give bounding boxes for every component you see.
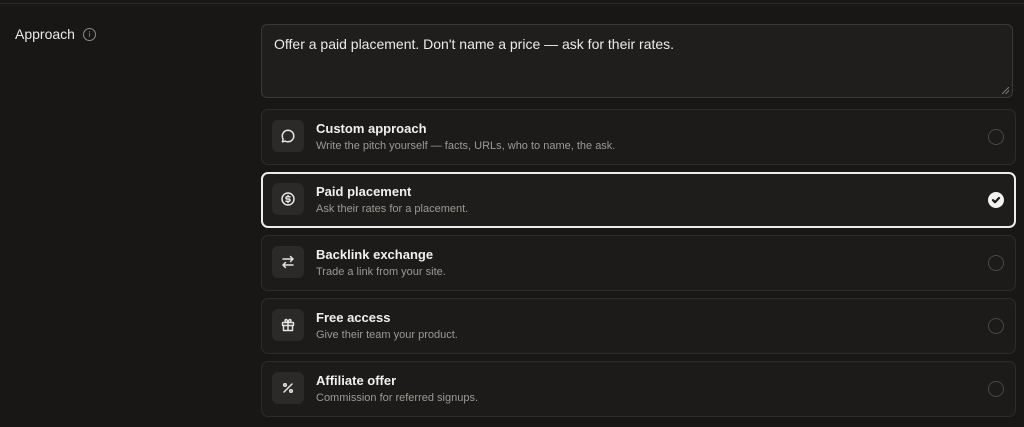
checkmark-icon: [991, 196, 1001, 204]
percent-icon: [272, 372, 304, 404]
dollar-circle-icon: [272, 183, 304, 215]
option-title: Affiliate offer: [316, 373, 397, 388]
approach-textarea-wrapper: Offer a paid placement. Don't name a pri…: [261, 24, 1013, 98]
approach-options: Custom approach Write the pitch yourself…: [261, 109, 1016, 424]
info-icon[interactable]: i: [82, 28, 96, 41]
option-description: Write the pitch yourself — facts, URLs, …: [316, 140, 616, 152]
radio-button-checked[interactable]: [988, 192, 1004, 208]
option-title: Custom approach: [316, 121, 427, 136]
approach-label: Approach i: [15, 26, 96, 42]
swap-arrows-icon: [272, 246, 304, 278]
option-description: Trade a link from your site.: [316, 266, 446, 278]
option-title: Backlink exchange: [316, 247, 434, 262]
radio-button[interactable]: [988, 255, 1004, 271]
radio-button[interactable]: [988, 318, 1004, 334]
option-title: Free access: [316, 310, 391, 325]
approach-textarea[interactable]: Offer a paid placement. Don't name a pri…: [262, 25, 1012, 97]
divider: [0, 3, 1024, 4]
option-description: Give their team your product.: [316, 329, 458, 341]
resize-handle-icon[interactable]: [1002, 87, 1009, 94]
approach-settings: Approach i Offer a paid placement. Don't…: [0, 0, 1024, 427]
option-paid-placement[interactable]: Paid placement Ask their rates for a pla…: [261, 172, 1016, 228]
option-description: Ask their rates for a placement.: [316, 203, 469, 215]
approach-label-text: Approach: [15, 26, 75, 42]
option-backlink-exchange[interactable]: Backlink exchange Trade a link from your…: [261, 235, 1016, 291]
option-title: Paid placement: [316, 184, 412, 199]
option-description: Commission for referred signups.: [316, 392, 479, 404]
chat-bubble-icon: [272, 120, 304, 152]
radio-button[interactable]: [988, 129, 1004, 145]
option-custom-approach[interactable]: Custom approach Write the pitch yourself…: [261, 109, 1016, 165]
option-free-access[interactable]: Free access Give their team your product…: [261, 298, 1016, 354]
radio-button[interactable]: [988, 381, 1004, 397]
option-affiliate-offer[interactable]: Affiliate offer Commission for referred …: [261, 361, 1016, 417]
gift-icon: [272, 309, 304, 341]
